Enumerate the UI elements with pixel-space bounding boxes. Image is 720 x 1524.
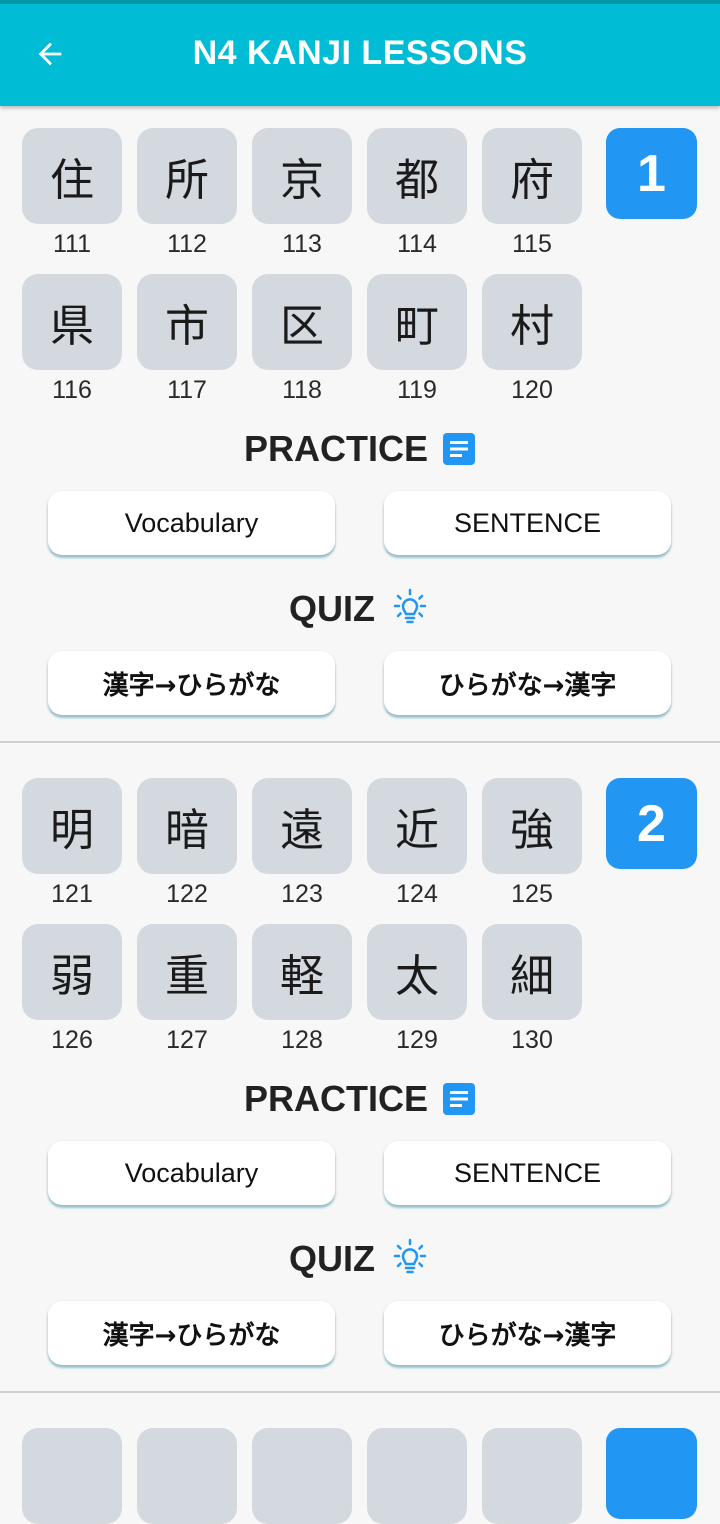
- kanji-number: 123: [281, 880, 323, 908]
- sentence-button[interactable]: SENTENCE: [384, 1141, 671, 1205]
- kanji-tile[interactable]: 府: [482, 128, 582, 224]
- vocabulary-button[interactable]: Vocabulary: [48, 491, 335, 555]
- kanji-number: 115: [512, 230, 552, 258]
- kanji-tile[interactable]: 暗: [137, 778, 237, 874]
- document-list-icon: [443, 433, 475, 465]
- lesson-number-badge[interactable]: 2: [606, 778, 697, 869]
- kanji-number: 121: [51, 880, 93, 908]
- kanji-number: 120: [511, 376, 553, 404]
- kanji-number: 114: [397, 230, 437, 258]
- kanji-number: 130: [511, 1026, 553, 1054]
- lightbulb-icon: [393, 1238, 427, 1274]
- kanji-number: 128: [281, 1026, 323, 1054]
- kanji-tile[interactable]: 住: [22, 128, 122, 224]
- lightbulb-icon: [393, 588, 427, 624]
- kanji-tile[interactable]: 太: [367, 924, 467, 1020]
- kanji-tile[interactable]: [137, 1428, 237, 1524]
- kanji-tile[interactable]: 京: [252, 128, 352, 224]
- page-title: N4 KANJI LESSONS: [192, 34, 528, 72]
- lesson-divider: [0, 741, 720, 743]
- kanji-number: 127: [166, 1026, 208, 1054]
- kanji-tile[interactable]: 細: [482, 924, 582, 1020]
- kanji-number: 118: [282, 376, 322, 404]
- kanji-number: 129: [396, 1026, 438, 1054]
- kanji-number: 122: [166, 880, 208, 908]
- kanji-tile[interactable]: 明: [22, 778, 122, 874]
- kanji-tile[interactable]: 重: [137, 924, 237, 1020]
- kanji-tile[interactable]: 市: [137, 274, 237, 370]
- kanji-tile[interactable]: [367, 1428, 467, 1524]
- kanji-tile[interactable]: 軽: [252, 924, 352, 1020]
- kanji-tile[interactable]: 近: [367, 778, 467, 874]
- kanji-number: 125: [511, 880, 553, 908]
- app-bar: N4 KANJI LESSONS: [0, 0, 720, 106]
- kanji-tile[interactable]: 都: [367, 128, 467, 224]
- lesson-number-badge[interactable]: [606, 1428, 697, 1519]
- kanji-tile[interactable]: [252, 1428, 352, 1524]
- kanji-number: 117: [167, 376, 207, 404]
- quiz-kanji-to-hiragana-button[interactable]: 漢字→ひらがな: [48, 651, 335, 715]
- quiz-hiragana-to-kanji-button[interactable]: ひらがな→漢字: [384, 1301, 671, 1365]
- kanji-number: 124: [396, 880, 438, 908]
- vocabulary-button[interactable]: Vocabulary: [48, 1141, 335, 1205]
- sentence-button[interactable]: SENTENCE: [384, 491, 671, 555]
- kanji-tile[interactable]: 県: [22, 274, 122, 370]
- quiz-kanji-to-hiragana-button[interactable]: 漢字→ひらがな: [48, 1301, 335, 1365]
- kanji-tile[interactable]: 所: [137, 128, 237, 224]
- kanji-number: 113: [282, 230, 322, 258]
- quiz-hiragana-to-kanji-button[interactable]: ひらがな→漢字: [384, 651, 671, 715]
- kanji-tile[interactable]: [22, 1428, 122, 1524]
- practice-label: PRACTICE: [243, 428, 428, 469]
- practice-heading: PRACTICE: [0, 428, 720, 470]
- kanji-number: 111: [52, 230, 91, 258]
- quiz-label: QUIZ: [289, 588, 375, 629]
- kanji-tile[interactable]: 村: [482, 274, 582, 370]
- document-list-icon: [443, 1083, 475, 1115]
- practice-heading: PRACTICE: [0, 1078, 720, 1120]
- kanji-tile[interactable]: 弱: [22, 924, 122, 1020]
- kanji-tile[interactable]: 区: [252, 274, 352, 370]
- kanji-number: 116: [52, 376, 92, 404]
- quiz-heading: QUIZ: [0, 1238, 720, 1280]
- quiz-label: QUIZ: [289, 1238, 375, 1279]
- kanji-number: 126: [51, 1026, 93, 1054]
- kanji-tile[interactable]: [482, 1428, 582, 1524]
- lesson-number-badge[interactable]: 1: [606, 128, 697, 219]
- quiz-heading: QUIZ: [0, 588, 720, 630]
- kanji-tile[interactable]: 強: [482, 778, 582, 874]
- kanji-tile[interactable]: 町: [367, 274, 467, 370]
- kanji-number: 119: [397, 376, 437, 404]
- practice-label: PRACTICE: [243, 1078, 428, 1119]
- kanji-number: 112: [167, 230, 207, 258]
- kanji-tile[interactable]: 遠: [252, 778, 352, 874]
- lesson-divider: [0, 1391, 720, 1393]
